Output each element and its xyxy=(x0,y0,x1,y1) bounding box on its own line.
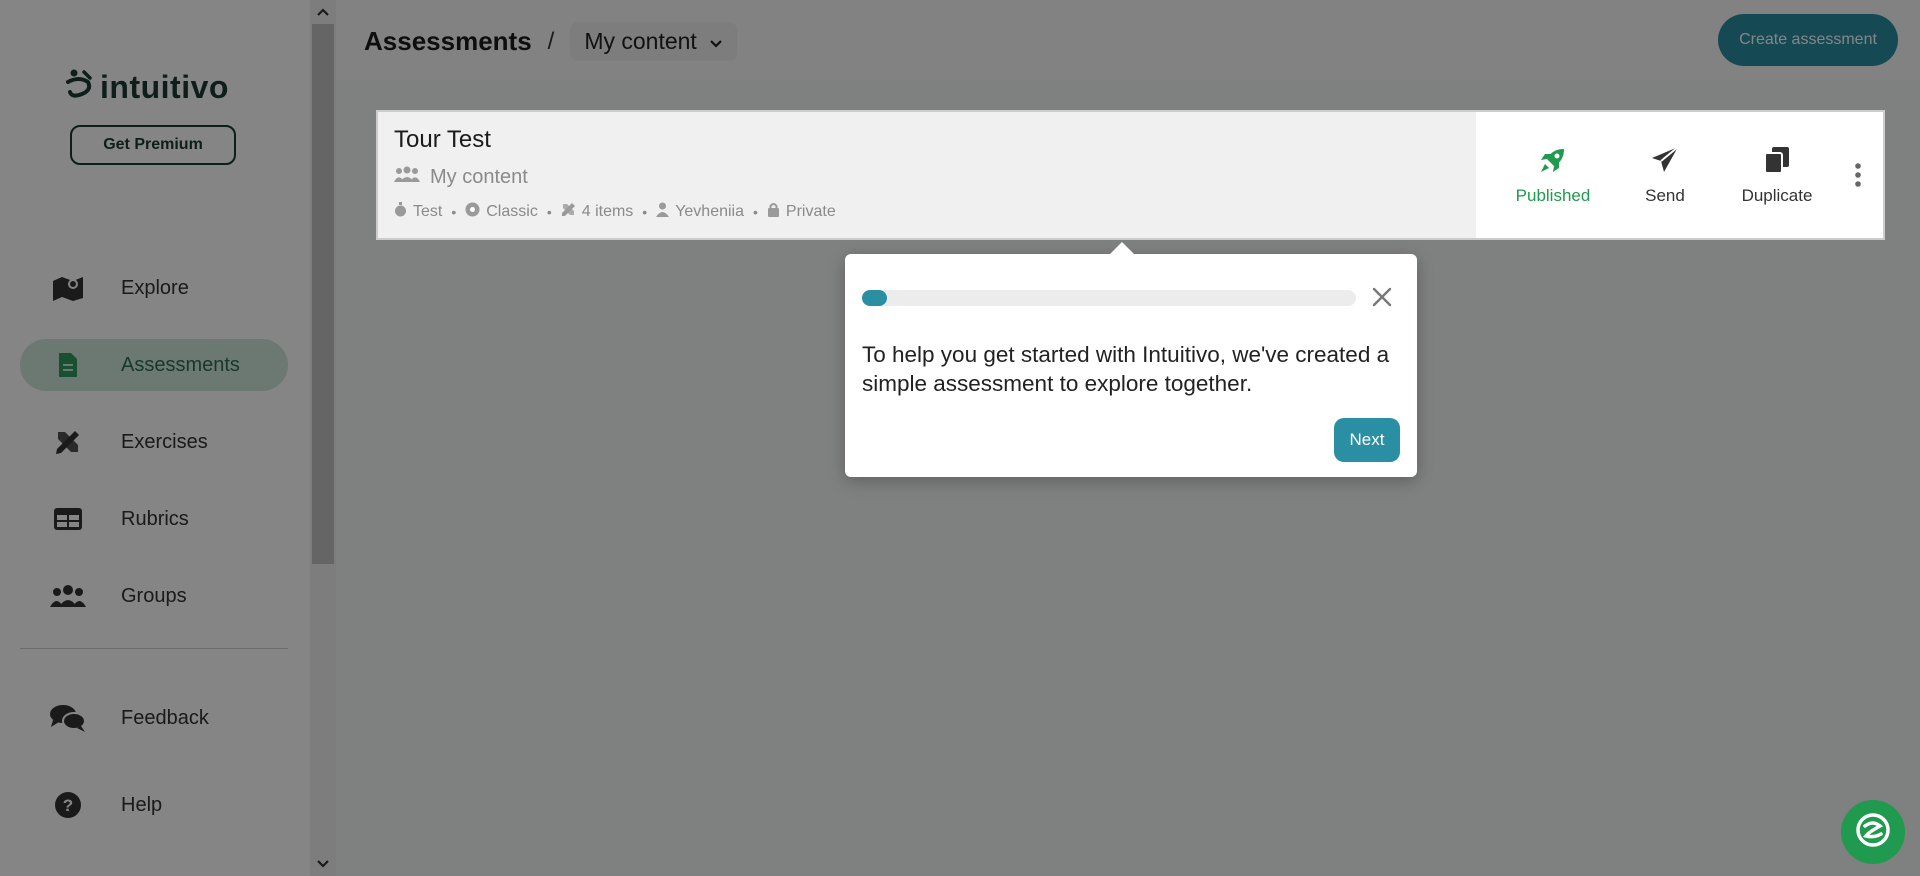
next-button[interactable]: Next xyxy=(1334,418,1400,462)
tour-progress-bar xyxy=(862,290,1356,306)
card-actions: Published Send Duplicate xyxy=(1497,112,1883,238)
send-button[interactable]: Send xyxy=(1609,145,1721,206)
duplicate-button[interactable]: Duplicate xyxy=(1721,145,1833,206)
meta-separator: • xyxy=(642,204,648,220)
meta-type: Test xyxy=(394,202,442,222)
chat-widget[interactable] xyxy=(1841,800,1905,864)
assessment-title: Tour Test xyxy=(394,126,491,153)
circle-icon xyxy=(465,202,480,222)
tour-progress-fill xyxy=(862,290,887,306)
users-icon xyxy=(394,165,420,189)
user-icon xyxy=(656,202,670,222)
meta-items: 4 items xyxy=(561,202,633,222)
meta-mode: Classic xyxy=(465,202,538,222)
pencil-ruler-icon xyxy=(561,202,576,222)
rocket-icon xyxy=(1538,145,1568,180)
published-button[interactable]: Published xyxy=(1497,145,1609,206)
meta-separator: • xyxy=(451,204,457,220)
paper-plane-icon xyxy=(1650,145,1680,180)
more-options-icon[interactable] xyxy=(1833,162,1883,188)
assessment-card[interactable]: Tour Test My content Test • Classic • 4 … xyxy=(378,112,1883,238)
action-label: Published xyxy=(1515,185,1591,205)
action-label: Send xyxy=(1645,185,1685,205)
tour-message: To help you get started with Intuitivo, … xyxy=(862,342,1390,396)
meta-author: Yevheniia xyxy=(656,202,744,222)
popover-arrow xyxy=(1109,242,1135,255)
tour-popover: To help you get started with Intuitivo, … xyxy=(845,242,1417,477)
stopwatch-icon xyxy=(394,202,407,222)
assessment-folder: My content xyxy=(394,165,528,189)
action-label: Duplicate xyxy=(1741,185,1813,205)
meta-separator: • xyxy=(546,204,552,220)
meta-separator: • xyxy=(753,204,758,220)
copy-icon xyxy=(1763,145,1791,180)
close-icon[interactable] xyxy=(1367,282,1397,312)
folder-label: My content xyxy=(430,165,528,188)
meta-visibility: Private xyxy=(767,202,836,222)
assessment-meta: Test • Classic • 4 items • Yevheniia • P… xyxy=(394,202,836,222)
lock-icon xyxy=(767,202,780,222)
chat-widget-icon xyxy=(1855,812,1891,853)
